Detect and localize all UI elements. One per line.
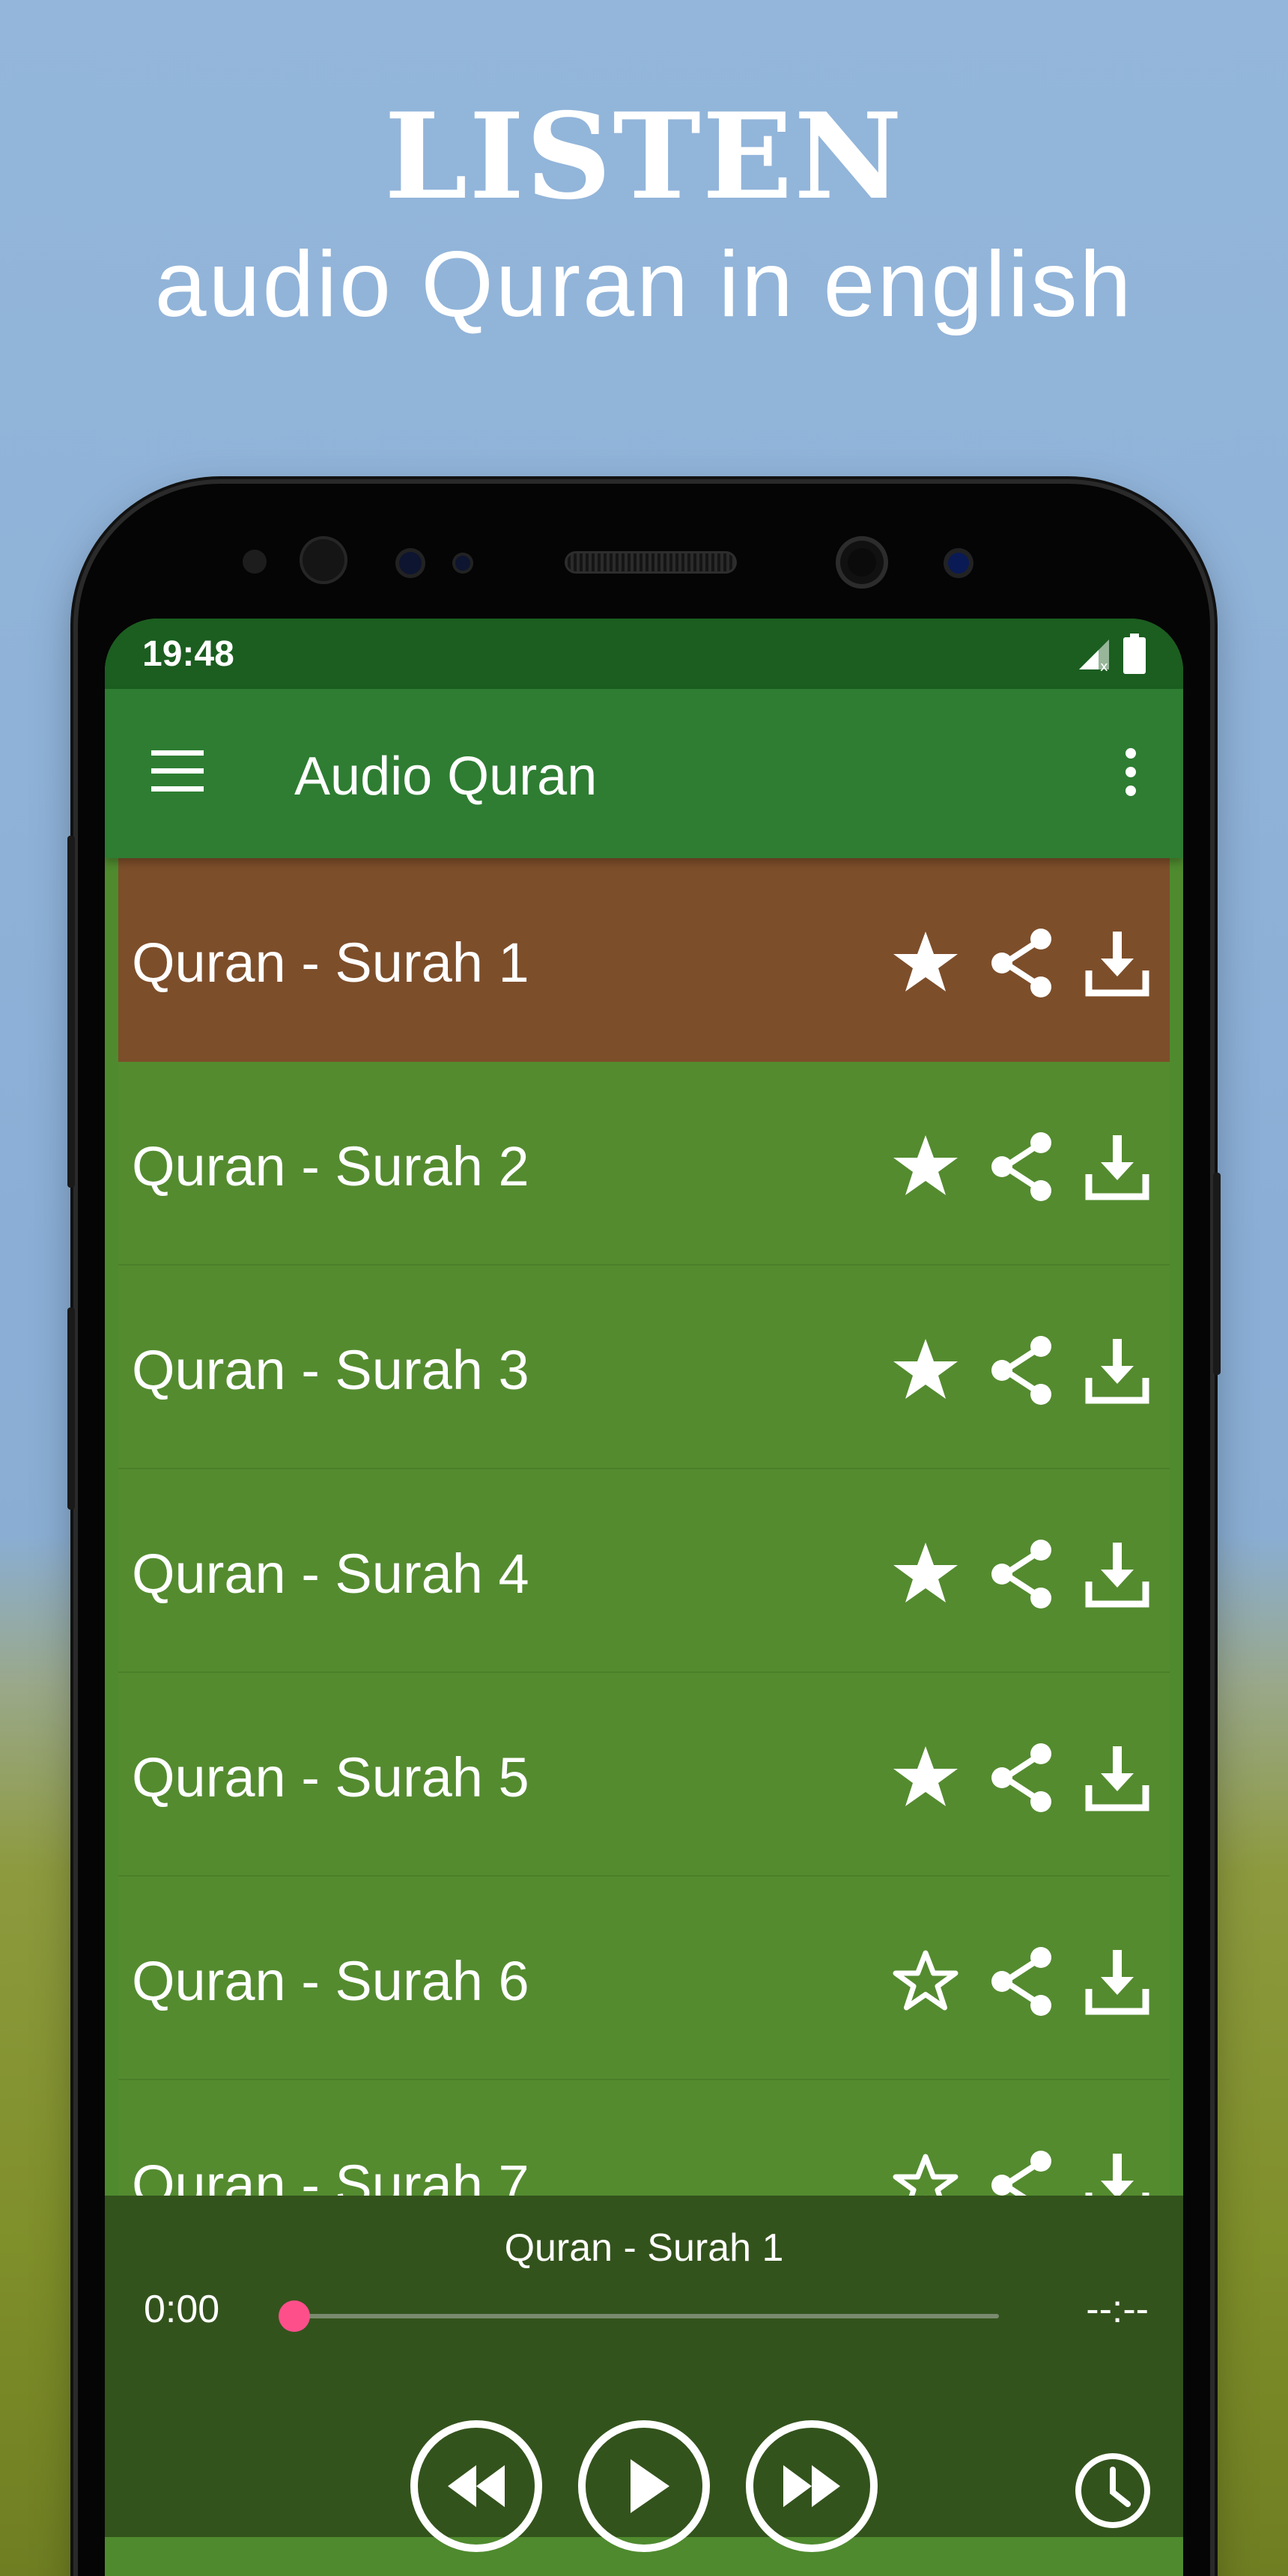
app-toolbar: Audio Quran <box>105 689 1183 858</box>
surah-list-item[interactable]: Quran - Surah 2 <box>118 1062 1170 1266</box>
share-icon[interactable] <box>984 1129 1059 1204</box>
audio-player: Quran - Surah 1 0:00 --:-- <box>105 2196 1183 2552</box>
promo-subtitle: audio Quran in english <box>154 233 1134 336</box>
surah-title: Quran - Surah 3 <box>132 1339 529 1401</box>
surah-actions <box>888 1537 1155 1611</box>
front-sensor-right <box>944 548 973 578</box>
current-time: 0:00 <box>144 2288 220 2331</box>
rewind-icon <box>448 2465 505 2507</box>
share-icon[interactable] <box>984 1333 1059 1408</box>
front-sensor-small <box>452 553 473 574</box>
promo-page: LISTEN audio Quran in english 19:48 x Au… <box>0 0 1288 2576</box>
signal-icon: x <box>1076 637 1112 676</box>
phone-volume-button <box>67 836 75 1188</box>
play-button[interactable] <box>578 2420 710 2552</box>
now-playing-title: Quran - Surah 1 <box>504 2226 784 2270</box>
earpiece-speaker <box>565 551 737 574</box>
phone-side-button <box>67 1307 75 1510</box>
surah-title: Quran - Surah 4 <box>132 1543 529 1605</box>
surah-list-item[interactable]: Quran - Surah 4 <box>118 1469 1170 1673</box>
front-camera <box>836 536 888 589</box>
download-icon[interactable] <box>1080 1537 1155 1611</box>
star-filled-icon[interactable] <box>888 1333 963 1408</box>
share-icon[interactable] <box>984 1944 1059 2019</box>
status-bar: 19:48 x <box>105 619 1183 689</box>
download-icon[interactable] <box>1080 1740 1155 1815</box>
download-icon[interactable] <box>1080 1333 1155 1408</box>
app-title: Audio Quran <box>294 747 598 806</box>
share-icon[interactable] <box>984 926 1059 1000</box>
fast-forward-button[interactable] <box>746 2420 878 2552</box>
more-vert-icon[interactable] <box>1123 747 1138 801</box>
star-filled-icon[interactable] <box>888 1740 963 1815</box>
surah-title: Quran - Surah 6 <box>132 1950 529 2012</box>
surah-actions <box>888 1740 1155 1815</box>
download-icon[interactable] <box>1080 926 1155 1000</box>
battery-icon <box>1123 634 1146 678</box>
share-icon[interactable] <box>984 1537 1059 1611</box>
sleep-timer-icon[interactable] <box>1074 2452 1152 2533</box>
star-filled-icon[interactable] <box>888 926 963 1000</box>
iris-sensor <box>300 536 347 584</box>
star-filled-icon[interactable] <box>888 1537 963 1611</box>
seek-bar[interactable] <box>289 2314 999 2318</box>
front-sensor-left <box>395 548 425 578</box>
surah-list-item[interactable]: Quran - Surah 3 <box>118 1266 1170 1469</box>
phone-screen: 19:48 x Audio Quran Quran - Surah 1 Quran… <box>105 619 1183 2576</box>
surah-title: Quran - Surah 1 <box>132 932 529 994</box>
promo-headline: LISTEN audio Quran in english <box>0 90 1288 344</box>
phone-power-button <box>1213 1173 1221 1375</box>
fast-forward-icon <box>783 2465 840 2507</box>
play-icon <box>631 2459 669 2513</box>
rewind-button[interactable] <box>410 2420 542 2552</box>
hamburger-menu-icon[interactable] <box>151 750 204 796</box>
surah-list: Quran - Surah 1 Quran - Surah 2 Quran - Su… <box>118 858 1170 2284</box>
surah-list-item[interactable]: Quran - Surah 6 <box>118 1877 1170 2080</box>
surah-actions <box>888 1129 1155 1204</box>
surah-actions <box>888 1944 1155 2019</box>
proximity-sensor <box>243 550 267 574</box>
surah-title: Quran - Surah 5 <box>132 1746 529 1808</box>
surah-list-item[interactable]: Quran - Surah 1 <box>118 858 1170 1062</box>
star-outline-icon[interactable] <box>888 1944 963 2019</box>
share-icon[interactable] <box>984 1740 1059 1815</box>
seek-thumb[interactable] <box>279 2300 310 2332</box>
download-icon[interactable] <box>1080 1129 1155 1204</box>
star-filled-icon[interactable] <box>888 1129 963 1204</box>
svg-text:x: x <box>1100 659 1108 672</box>
surah-actions <box>888 926 1155 1000</box>
surah-list-item[interactable]: Quran - Surah 5 <box>118 1673 1170 1877</box>
download-icon[interactable] <box>1080 1944 1155 2019</box>
surah-title: Quran - Surah 2 <box>132 1135 529 1197</box>
duration: --:-- <box>1086 2288 1149 2331</box>
status-time: 19:48 <box>142 634 234 674</box>
promo-title: LISTEN <box>384 88 904 226</box>
surah-actions <box>888 1333 1155 1408</box>
